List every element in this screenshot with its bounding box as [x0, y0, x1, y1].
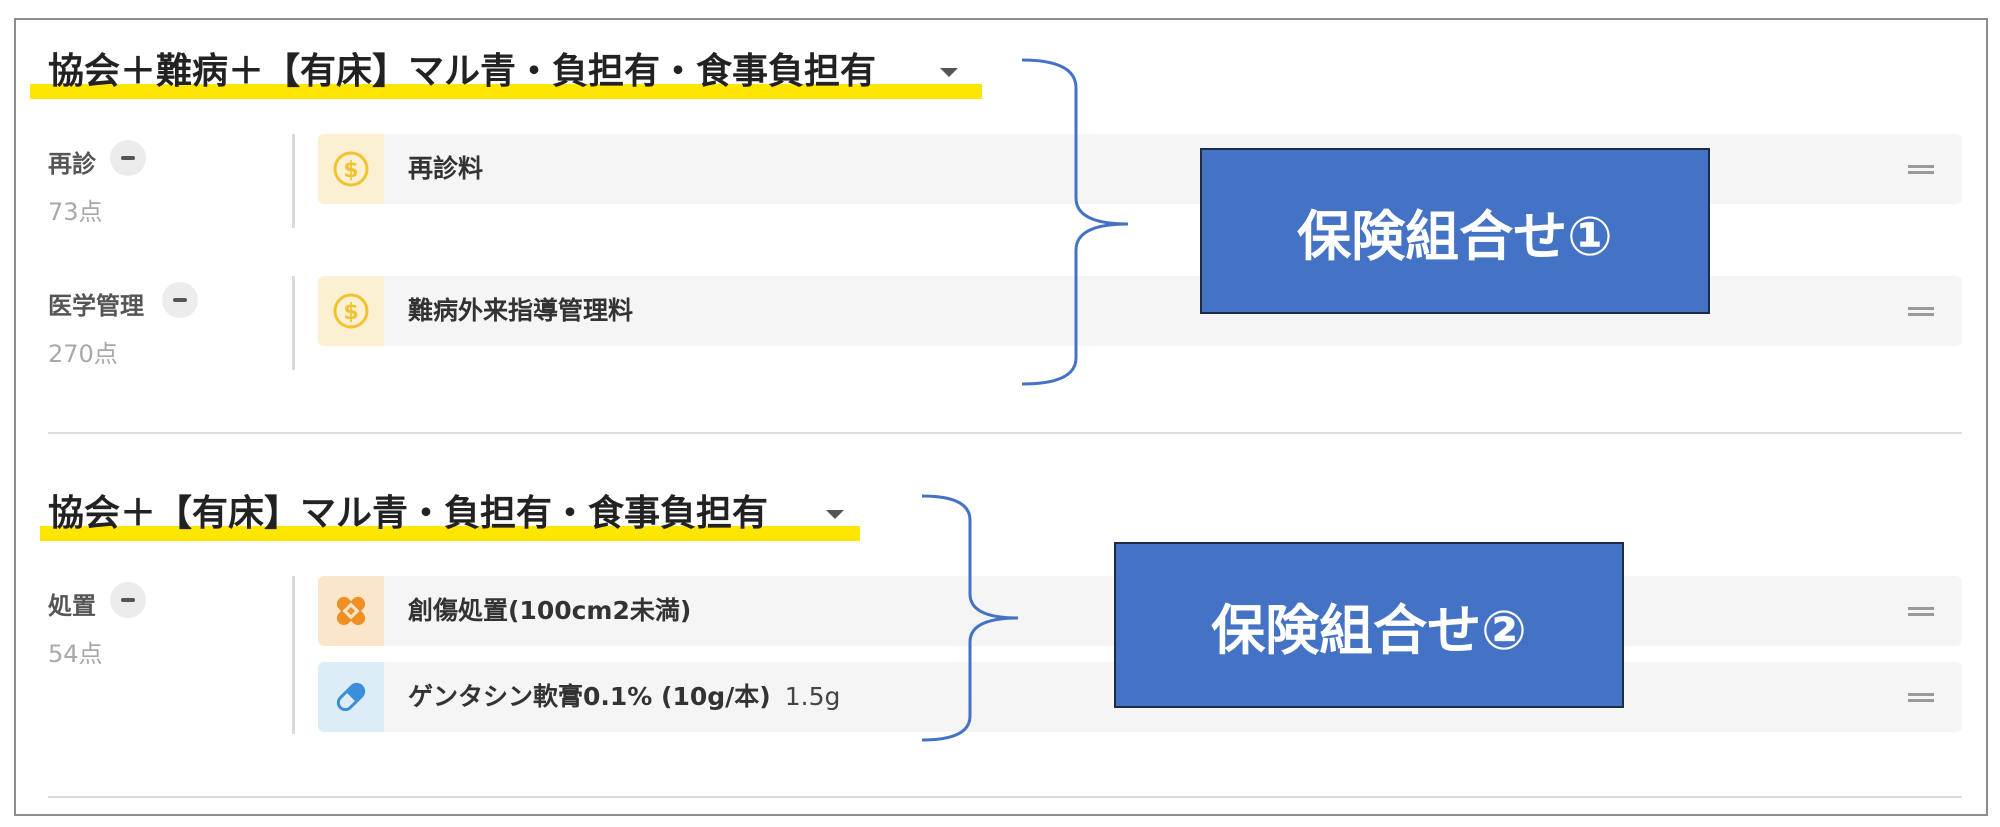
category-label: 再診: [48, 150, 96, 178]
row-text: 難病外来指導管理料: [408, 296, 634, 325]
drag-handle-icon[interactable]: [1908, 607, 1934, 616]
category-divider: [292, 576, 295, 734]
bandage-icon: [336, 596, 366, 626]
row-icon-box: $: [318, 134, 384, 204]
collapse-category-button[interactable]: [110, 140, 146, 176]
group-1-title[interactable]: 協会＋難病＋【有床】マル青・負担有・食事負担有: [48, 50, 876, 94]
category-divider: [292, 134, 295, 228]
category-label: 医学管理: [48, 292, 144, 320]
annotation-callout: 保険組合せ①: [1200, 148, 1710, 314]
category-points: 270点: [48, 340, 118, 368]
svg-text:$: $: [343, 158, 358, 183]
category-divider: [292, 276, 295, 370]
category-label: 処置: [48, 592, 96, 620]
svg-text:$: $: [343, 300, 358, 325]
medicine-name: ゲンタシン軟膏0.1% (10g/本): [408, 682, 771, 711]
annotation-brace: [921, 494, 1019, 742]
row-icon-box: [318, 576, 384, 646]
drag-handle-icon[interactable]: [1908, 307, 1934, 316]
group-separator: [48, 796, 1962, 798]
drag-handle-icon[interactable]: [1908, 165, 1934, 174]
drag-handle-icon[interactable]: [1908, 693, 1934, 702]
row-text: ゲンタシン軟膏0.1% (10g/本) 1.5g: [408, 662, 840, 732]
annotation-callout: 保険組合せ②: [1114, 542, 1624, 708]
medicine-quantity: 1.5g: [784, 682, 841, 711]
chevron-down-icon[interactable]: [940, 68, 958, 77]
chevron-down-icon[interactable]: [826, 510, 844, 519]
list-item[interactable]: $ 再診料: [318, 134, 1962, 204]
row-text: 創傷処置(100cm2未満): [408, 596, 692, 625]
dollar-coin-icon: $: [333, 293, 369, 329]
group-2-title[interactable]: 協会＋【有床】マル青・負担有・食事負担有: [48, 492, 768, 536]
category-points: 54点: [48, 640, 103, 668]
pill-icon: [336, 682, 366, 712]
group-separator: [48, 432, 1962, 434]
row-icon-box: $: [318, 276, 384, 346]
row-icon-box: [318, 662, 384, 732]
row-text: 再診料: [408, 154, 484, 183]
list-item[interactable]: $ 難病外来指導管理料: [318, 276, 1962, 346]
dollar-coin-icon: $: [333, 151, 369, 187]
collapse-category-button[interactable]: [162, 282, 198, 318]
collapse-category-button[interactable]: [110, 582, 146, 618]
annotation-brace: [1021, 58, 1129, 386]
category-points: 73点: [48, 198, 103, 226]
